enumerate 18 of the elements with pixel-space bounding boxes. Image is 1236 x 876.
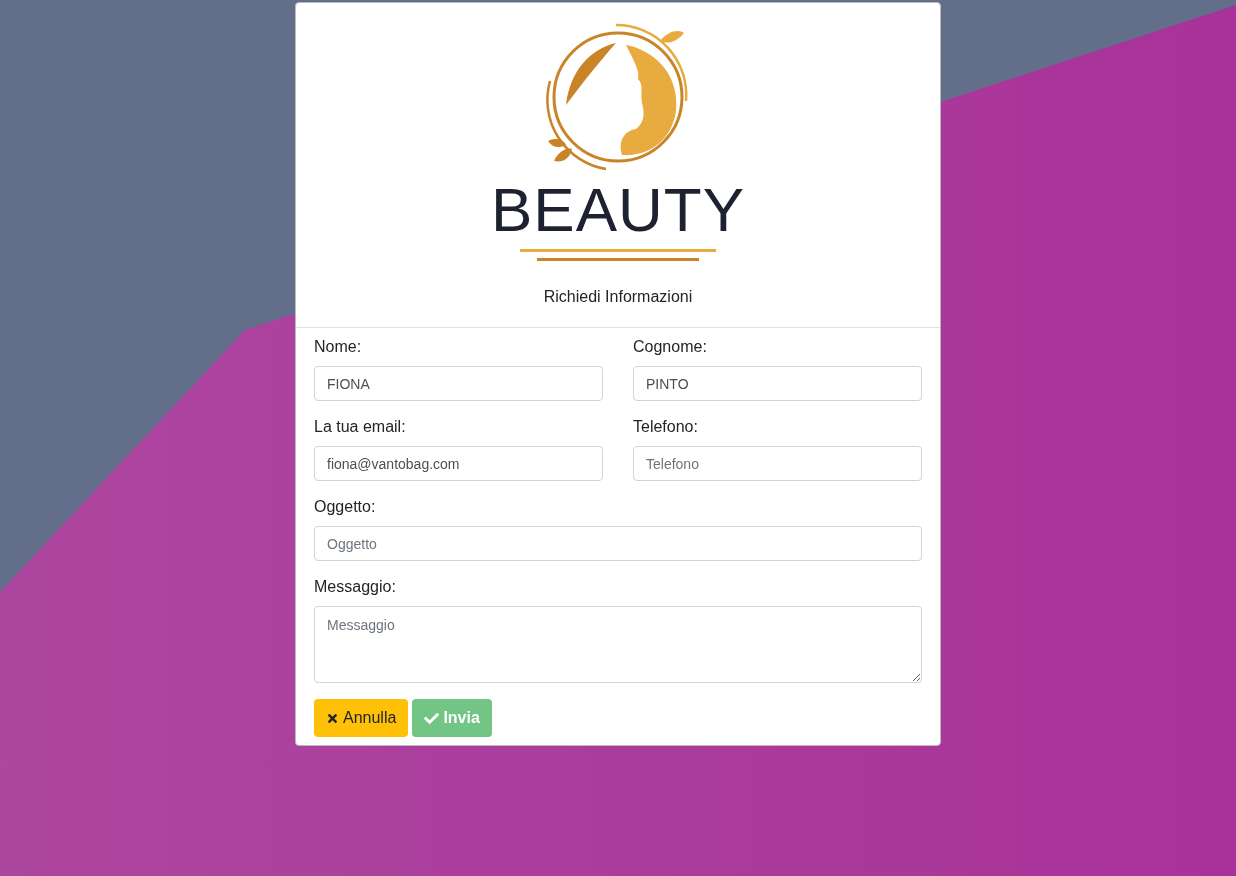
- field-label: Oggetto:: [314, 497, 376, 517]
- field-label: La tua email:: [314, 417, 406, 437]
- cancel-button[interactable]: Annulla: [314, 699, 409, 737]
- field-label: Cognome:: [633, 337, 707, 357]
- logo-underline-icon: [520, 249, 716, 261]
- check-icon: [424, 710, 440, 726]
- input-field[interactable]: PINTO: [633, 366, 922, 401]
- input-field[interactable]: fiona@vantobag.com: [314, 446, 603, 481]
- input-field[interactable]: Oggetto: [314, 526, 922, 561]
- input-field[interactable]: Telefono: [633, 446, 922, 481]
- input-field[interactable]: FIONA: [314, 366, 603, 401]
- field-label: Telefono:: [633, 417, 698, 437]
- field-label: Nome:: [314, 337, 362, 357]
- form-title: Richiedi Informazioni: [543, 287, 693, 307]
- close-icon: [326, 711, 339, 725]
- message-field[interactable]: Messaggio: [314, 606, 922, 683]
- field-label: Messaggio:: [314, 577, 396, 597]
- brand-wordmark: BEAUTY: [490, 181, 746, 239]
